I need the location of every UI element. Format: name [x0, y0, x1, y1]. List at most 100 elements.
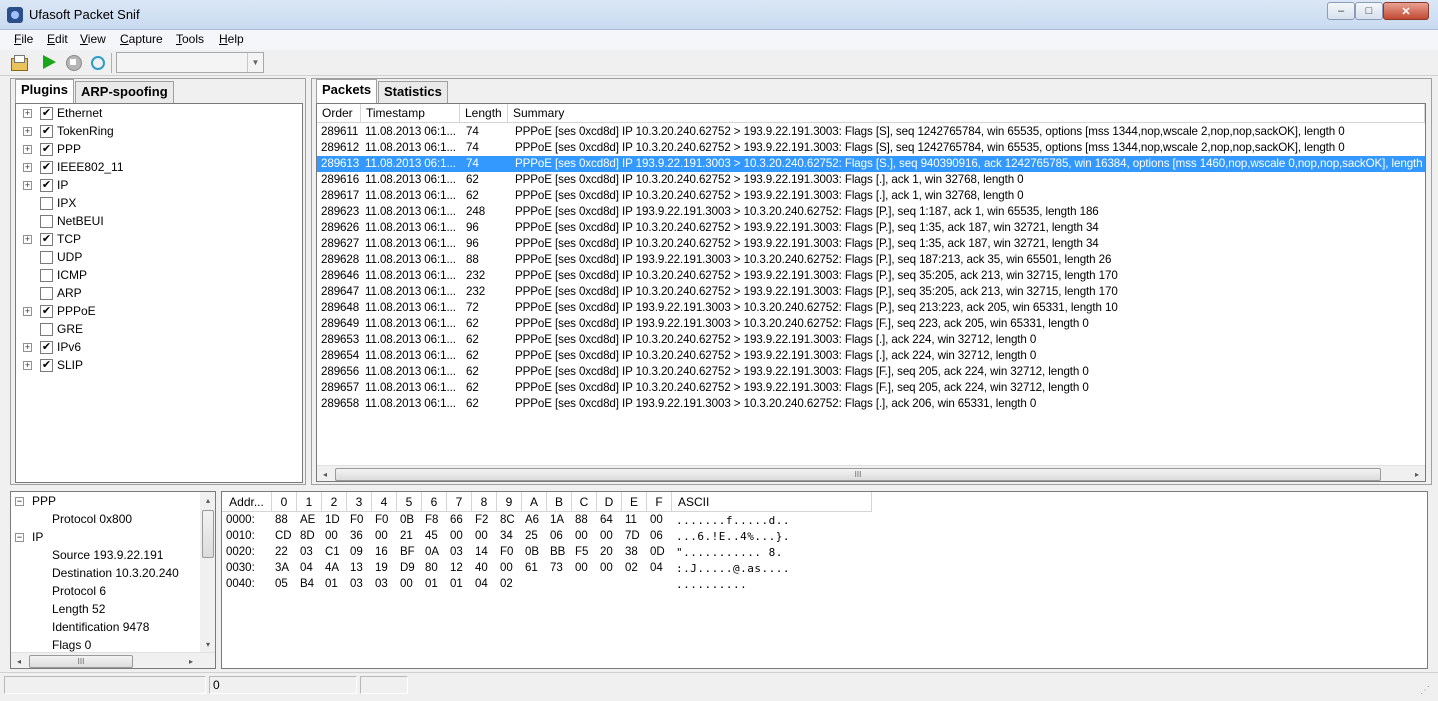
- hex-header-column[interactable]: A: [522, 492, 547, 512]
- plugin-checkbox[interactable]: [40, 215, 53, 228]
- packet-row[interactable]: 289611 11.08.2013 06:1... 74 PPPoE [ses 0xc…: [317, 124, 1425, 140]
- menu-view[interactable]: View: [80, 32, 106, 46]
- packet-row[interactable]: 289613 11.08.2013 06:1... 74 PPPoE [ses 0xc…: [317, 156, 1425, 172]
- hex-line[interactable]: 0020: 22 03 C1 09 16 BF 0A 03 14 F0 0B BB F5 20 38 0D "..…: [222, 546, 1422, 562]
- menu-file[interactable]: File: [14, 32, 33, 46]
- scroll-up-icon[interactable]: ▴: [200, 492, 215, 508]
- plugin-tree-item[interactable]: + ✔ TokenRing: [16, 123, 296, 141]
- packet-row[interactable]: 289627 11.08.2013 06:1... 96 PPPoE [ses 0xc…: [317, 236, 1425, 252]
- tab-arp-spoofing[interactable]: ARP-spoofing: [75, 81, 174, 103]
- plugin-tree-item[interactable]: ARP: [16, 285, 296, 303]
- plugin-tree-item[interactable]: + ✔ TCP: [16, 231, 296, 249]
- column-header-order[interactable]: Order: [317, 104, 361, 123]
- plugin-checkbox[interactable]: [40, 287, 53, 300]
- decode-tree-hscroll-thumb[interactable]: III: [29, 655, 133, 668]
- hex-header-column[interactable]: D: [597, 492, 622, 512]
- plugin-tree-item[interactable]: + ✔ PPP: [16, 141, 296, 159]
- decode-tree-hscrollbar[interactable]: ◂ III ▸: [11, 652, 215, 668]
- expand-icon[interactable]: +: [23, 181, 32, 190]
- packet-row[interactable]: 289617 11.08.2013 06:1... 62 PPPoE [ses 0xc…: [317, 188, 1425, 204]
- plugin-tree-item[interactable]: + ✔ Ethernet: [16, 105, 296, 123]
- expand-icon[interactable]: +: [23, 109, 32, 118]
- stop-icon[interactable]: [64, 53, 82, 71]
- tab-statistics[interactable]: Statistics: [378, 81, 448, 103]
- plugin-checkbox[interactable]: ✔: [40, 359, 53, 372]
- packet-row[interactable]: 289628 11.08.2013 06:1... 88 PPPoE [ses 0xc…: [317, 252, 1425, 268]
- hex-header-column[interactable]: B: [547, 492, 572, 512]
- packet-row[interactable]: 289649 11.08.2013 06:1... 62 PPPoE [ses 0xc…: [317, 316, 1425, 332]
- packet-row[interactable]: 289657 11.08.2013 06:1... 62 PPPoE [ses 0xc…: [317, 380, 1425, 396]
- hex-header-column[interactable]: 4: [372, 492, 397, 512]
- plugin-tree-item[interactable]: + ✔ SLIP: [16, 357, 296, 375]
- hex-header-address[interactable]: Addr...: [222, 492, 272, 512]
- column-header-length[interactable]: Length: [460, 104, 508, 123]
- plugin-tree-item[interactable]: + ✔ IP: [16, 177, 296, 195]
- hex-header-column[interactable]: 7: [447, 492, 472, 512]
- hex-header-column[interactable]: E: [622, 492, 647, 512]
- packet-row[interactable]: 289623 11.08.2013 06:1... 248 PPPoE [ses 0x…: [317, 204, 1425, 220]
- plugin-checkbox[interactable]: ✔: [40, 341, 53, 354]
- menu-help[interactable]: Help: [219, 32, 244, 46]
- plugin-tree-item[interactable]: UDP: [16, 249, 296, 267]
- packet-list-scroll-thumb[interactable]: III: [335, 468, 1381, 481]
- plugin-tree-item[interactable]: + ✔ IEEE802_11: [16, 159, 296, 177]
- expand-icon[interactable]: +: [23, 307, 32, 316]
- maximize-button[interactable]: □: [1355, 2, 1383, 20]
- chevron-down-icon[interactable]: ▼: [247, 53, 263, 72]
- close-button[interactable]: ✕: [1383, 2, 1429, 20]
- expand-icon[interactable]: +: [23, 343, 32, 352]
- plugin-tree-item[interactable]: GRE: [16, 321, 296, 339]
- expand-icon[interactable]: +: [23, 361, 32, 370]
- plugin-checkbox[interactable]: [40, 251, 53, 264]
- plugin-checkbox[interactable]: ✔: [40, 143, 53, 156]
- packet-row[interactable]: 289648 11.08.2013 06:1... 72 PPPoE [ses 0xc…: [317, 300, 1425, 316]
- expand-icon[interactable]: +: [23, 235, 32, 244]
- plugin-checkbox[interactable]: ✔: [40, 107, 53, 120]
- column-header-timestamp[interactable]: Timestamp: [361, 104, 460, 123]
- expand-icon[interactable]: +: [23, 145, 32, 154]
- packet-row[interactable]: 289612 11.08.2013 06:1... 74 PPPoE [ses 0xc…: [317, 140, 1425, 156]
- hex-line[interactable]: 0000: 88 AE 1D F0 F0 0B F8 66 F2 8C A6 1A 88 64 11 00...…: [222, 514, 1422, 530]
- packet-row[interactable]: 289653 11.08.2013 06:1... 62 PPPoE [ses 0xc…: [317, 332, 1425, 348]
- plugin-checkbox[interactable]: ✔: [40, 179, 53, 192]
- hex-header-column[interactable]: 3: [347, 492, 372, 512]
- scroll-down-icon[interactable]: ▾: [200, 636, 215, 652]
- packet-row[interactable]: 289656 11.08.2013 06:1... 62 PPPoE [ses 0xc…: [317, 364, 1425, 380]
- packet-row[interactable]: 289646 11.08.2013 06:1... 232 PPPoE [ses 0x…: [317, 268, 1425, 284]
- refresh-icon[interactable]: [88, 53, 106, 71]
- hex-header-column[interactable]: 5: [397, 492, 422, 512]
- plugin-tree-item[interactable]: NetBEUI: [16, 213, 296, 231]
- decode-tree-vscroll-thumb[interactable]: [202, 510, 214, 558]
- plugin-checkbox[interactable]: [40, 323, 53, 336]
- plugin-checkbox[interactable]: ✔: [40, 305, 53, 318]
- collapse-icon[interactable]: −: [15, 533, 24, 542]
- minimize-button[interactable]: –: [1327, 2, 1355, 20]
- plugin-tree-item[interactable]: + ✔ IPv6: [16, 339, 296, 357]
- expand-icon[interactable]: +: [23, 163, 32, 172]
- open-folder-icon[interactable]: [10, 53, 28, 71]
- hex-line[interactable]: 0030: 3A 04 4A 13 19 D9 80 12 40 00 61 73 00 00 02 04:.J…: [222, 562, 1422, 578]
- hex-header-column[interactable]: F: [647, 492, 672, 512]
- packet-list-hscrollbar[interactable]: ◂ III ▸: [317, 465, 1425, 481]
- hex-header-column[interactable]: 8: [472, 492, 497, 512]
- plugin-tree-item[interactable]: ICMP: [16, 267, 296, 285]
- hex-line[interactable]: 0040: 05 B4 01 03 03 00 01 01 04 02..........: [222, 578, 1422, 594]
- hex-line[interactable]: 0010: CD 8D 00 36 00 21 45 00 00 34 25 06 00 00 7D 06...…: [222, 530, 1422, 546]
- collapse-icon[interactable]: −: [15, 497, 24, 506]
- scroll-left-icon[interactable]: ◂: [317, 466, 333, 481]
- menu-edit[interactable]: Edit: [47, 32, 68, 46]
- plugin-checkbox[interactable]: [40, 197, 53, 210]
- plugin-checkbox[interactable]: ✔: [40, 125, 53, 138]
- packet-row[interactable]: 289616 11.08.2013 06:1... 62 PPPoE [ses 0xc…: [317, 172, 1425, 188]
- packet-row[interactable]: 289647 11.08.2013 06:1... 232 PPPoE [ses 0x…: [317, 284, 1425, 300]
- hex-header-column[interactable]: 0: [272, 492, 297, 512]
- packet-row[interactable]: 289654 11.08.2013 06:1... 62 PPPoE [ses 0xc…: [317, 348, 1425, 364]
- plugin-tree-item[interactable]: IPX: [16, 195, 296, 213]
- hex-header-ascii[interactable]: ASCII: [672, 492, 872, 512]
- plugin-checkbox[interactable]: ✔: [40, 233, 53, 246]
- hex-header-column[interactable]: 2: [322, 492, 347, 512]
- menu-tools[interactable]: Tools: [176, 32, 204, 46]
- hex-header-column[interactable]: 9: [497, 492, 522, 512]
- packet-row[interactable]: 289626 11.08.2013 06:1... 96 PPPoE [ses 0xc…: [317, 220, 1425, 236]
- column-header-summary[interactable]: Summary: [508, 104, 1425, 123]
